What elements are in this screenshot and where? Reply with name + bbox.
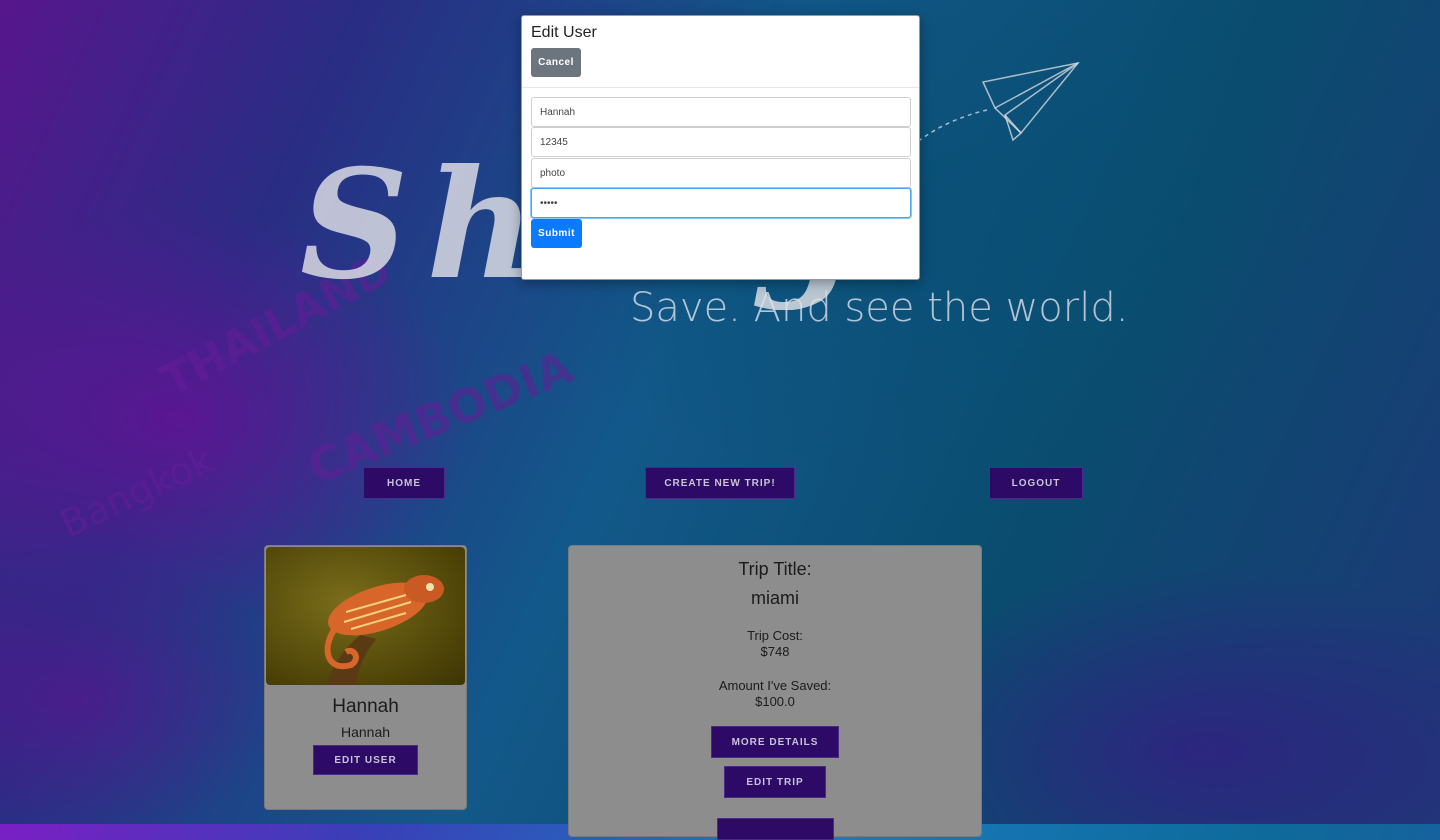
submit-button[interactable]: Submit: [531, 219, 582, 248]
more-details-button[interactable]: MORE DETAILS: [711, 726, 839, 758]
profile-photo: [266, 547, 465, 685]
edit-user-button[interactable]: EDIT USER: [313, 745, 418, 775]
amount-saved-value: $100.0: [755, 694, 795, 709]
paper-plane-icon: [919, 61, 1080, 142]
edit-trip-button[interactable]: EDIT TRIP: [724, 766, 826, 798]
trip-card: Trip Title: miami Trip Cost: $748 Amount…: [568, 545, 982, 840]
trip-cost-label: Trip Cost:: [747, 628, 803, 643]
chameleon-image: [324, 575, 444, 685]
photo-field[interactable]: [531, 158, 911, 188]
trip-title-value: miami: [751, 588, 799, 608]
profile-username: Hannah: [340, 724, 391, 740]
trip-cost-value: $748: [760, 644, 790, 659]
password-field[interactable]: [531, 188, 911, 218]
cancel-button[interactable]: Cancel: [531, 48, 581, 77]
profile-name: Hannah: [332, 696, 399, 717]
logout-button[interactable]: LOGOUT: [989, 467, 1083, 499]
home-nav-button[interactable]: HOME: [363, 467, 445, 499]
user-profile-card: Hannah Hannah EDIT USER: [264, 545, 467, 810]
brand-tagline: Save. And see the world.: [630, 285, 1129, 331]
edit-user-modal: Edit User Cancel Submit: [521, 15, 920, 280]
trip-title-label: Trip Title:: [738, 559, 812, 579]
amount-saved-label: Amount I've Saved:: [718, 678, 832, 693]
modal-title: Edit User: [531, 24, 597, 41]
name-field[interactable]: [531, 97, 911, 127]
modal-header-divider: [522, 87, 919, 88]
trip-extra-button[interactable]: [717, 818, 834, 840]
create-new-trip-button[interactable]: CREATE NEW TRIP!: [645, 467, 795, 499]
username-field[interactable]: [531, 127, 911, 157]
